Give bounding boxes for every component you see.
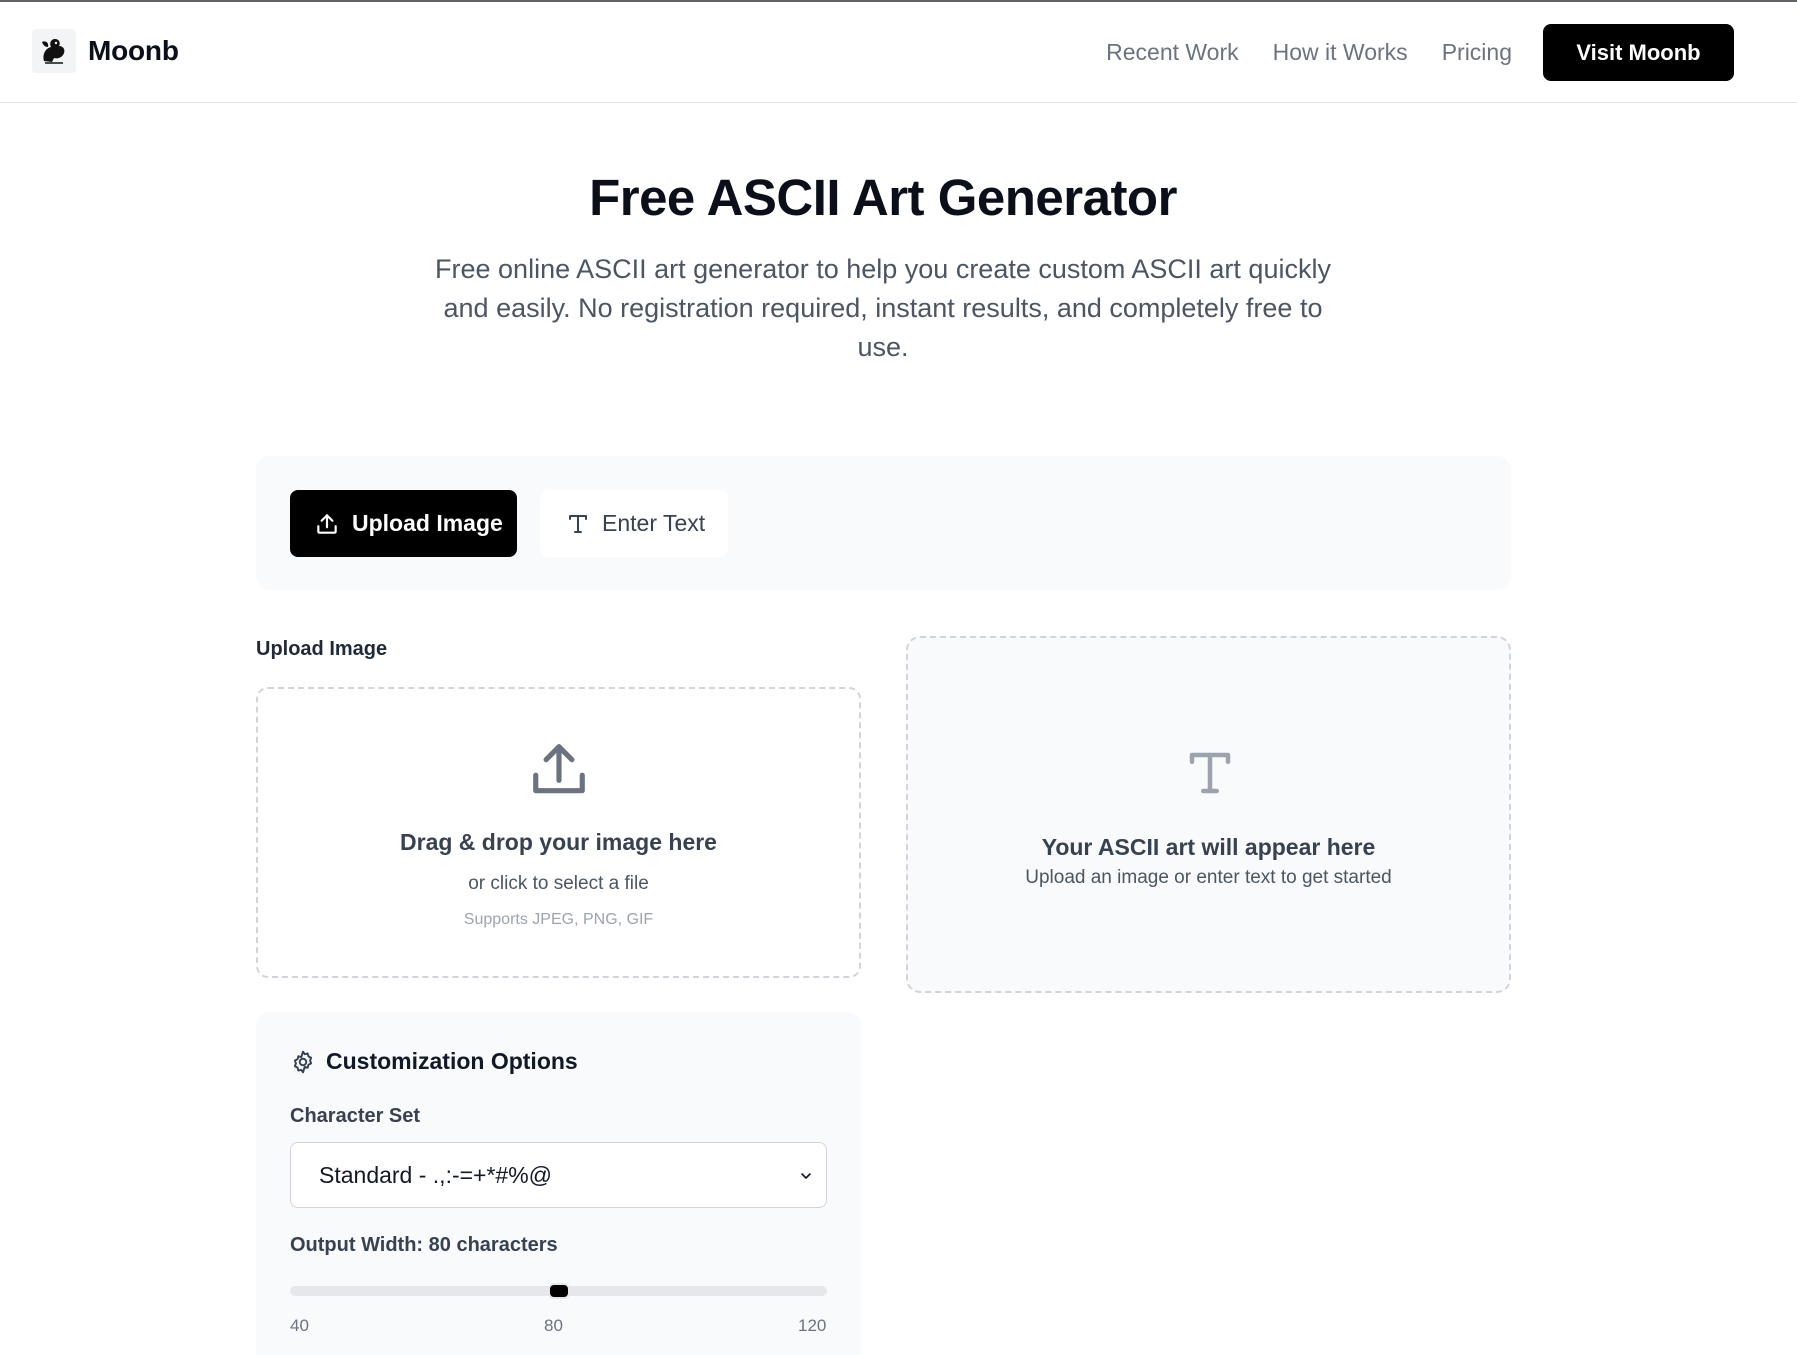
visit-moonb-button[interactable]: Visit Moonb — [1543, 24, 1734, 81]
nav-link-recent-work[interactable]: Recent Work — [1106, 39, 1239, 66]
nav-link-how-it-works[interactable]: How it Works — [1273, 39, 1408, 66]
gear-icon — [293, 1050, 313, 1073]
output-placeholder-title: Your ASCII art will appear here — [1041, 834, 1376, 860]
page-subtitle: Free online ASCII art generator to help … — [435, 254, 1331, 362]
upload-icon — [317, 513, 337, 534]
dropzone-subtitle: or click to select a file — [468, 873, 649, 894]
input-mode-tabs: Upload Image Enter Text — [256, 456, 1511, 590]
upload-icon — [533, 744, 585, 794]
output-width-label: Output Width: 80 characters — [290, 1234, 558, 1256]
tab-label: Enter Text — [602, 510, 706, 536]
character-set-select[interactable]: Standard - .,:-=+*#%@ — [290, 1142, 827, 1208]
upload-image-label: Upload Image — [256, 638, 388, 660]
nav-link-pricing[interactable]: Pricing — [1442, 39, 1512, 66]
output-placeholder-subtitle: Upload an image or enter text to get sta… — [1025, 867, 1392, 888]
customization-title: Customization Options — [326, 1048, 578, 1074]
slider-tick-min: 40 — [290, 1316, 309, 1335]
supported-formats: Supports JPEG, PNG, GIF — [463, 911, 654, 928]
slider-tick-mid: 80 — [544, 1316, 563, 1335]
brand-name: Moonb — [88, 35, 179, 66]
text-icon — [569, 514, 587, 533]
nav-links: Recent Work How it Works Pricing — [1106, 39, 1512, 66]
image-dropzone[interactable]: Drag & drop your image here or click to … — [256, 687, 861, 978]
page-title: Free ASCII Art Generator — [589, 169, 1177, 226]
dropzone-title: Drag & drop your image here — [400, 829, 717, 855]
chevron-down-icon — [801, 1173, 811, 1179]
squirrel-logo-icon — [32, 29, 76, 73]
tab-upload-image[interactable]: Upload Image — [290, 490, 517, 557]
ascii-output-area: Your ASCII art will appear here Upload a… — [906, 636, 1511, 993]
slider-thumb[interactable] — [547, 1283, 570, 1299]
top-navigation: Moonb Recent Work How it Works Pricing V… — [0, 2, 1797, 103]
customization-panel: Customization Options Character Set Stan… — [256, 1012, 861, 1355]
slider-tick-max: 120 — [798, 1316, 827, 1335]
character-set-label: Character Set — [290, 1105, 421, 1127]
output-width-slider[interactable] — [290, 1283, 827, 1299]
tab-label: Upload Image — [352, 510, 503, 536]
character-set-value: Standard - .,:-=+*#%@ — [319, 1161, 553, 1188]
tab-enter-text[interactable]: Enter Text — [540, 490, 728, 557]
customization-header: Customization Options — [290, 1048, 578, 1075]
text-icon — [1189, 752, 1231, 794]
brand[interactable]: Moonb — [32, 29, 179, 73]
